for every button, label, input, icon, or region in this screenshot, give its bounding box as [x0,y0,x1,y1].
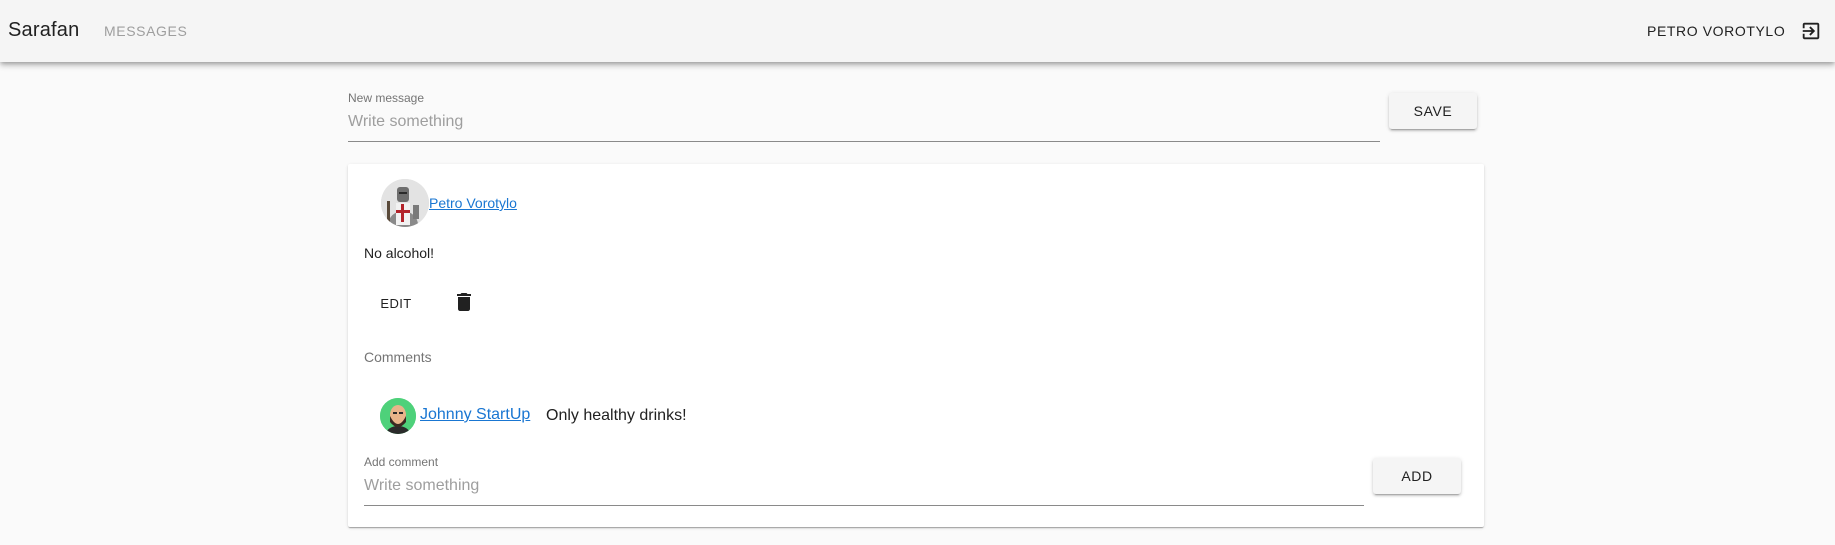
message-card: Petro Vorotylo No alcohol! Edit Comments… [348,164,1484,527]
add-comment-input[interactable] [364,473,1364,506]
add-comment-label: Add comment [364,455,439,469]
message-text: No alcohol! [364,245,435,261]
trash-icon[interactable] [452,290,476,314]
author-avatar-knight-icon [381,179,429,227]
save-button[interactable]: Save [1389,93,1477,129]
message-author-link[interactable]: Petro Vorotylo [429,195,517,211]
app-toolbar: Sarafan Messages Petro Vorotylo [0,0,1835,62]
comment-avatar-bearded-man-icon [380,398,416,434]
nav-messages-link[interactable]: Messages [104,23,187,39]
new-message-label: New message [348,91,425,105]
user-profile-link[interactable]: Petro Vorotylo [1647,23,1785,39]
new-message-input[interactable] [348,109,1380,142]
app-title: Sarafan [8,19,80,41]
edit-button[interactable]: Edit [364,285,428,321]
comment-author-link[interactable]: Johnny StartUp [420,406,530,424]
comments-heading: Comments [364,349,432,365]
logout-icon[interactable] [1800,20,1822,42]
add-comment-button[interactable]: Add [1373,458,1461,494]
comment-text: Only healthy drinks! [546,407,687,424]
